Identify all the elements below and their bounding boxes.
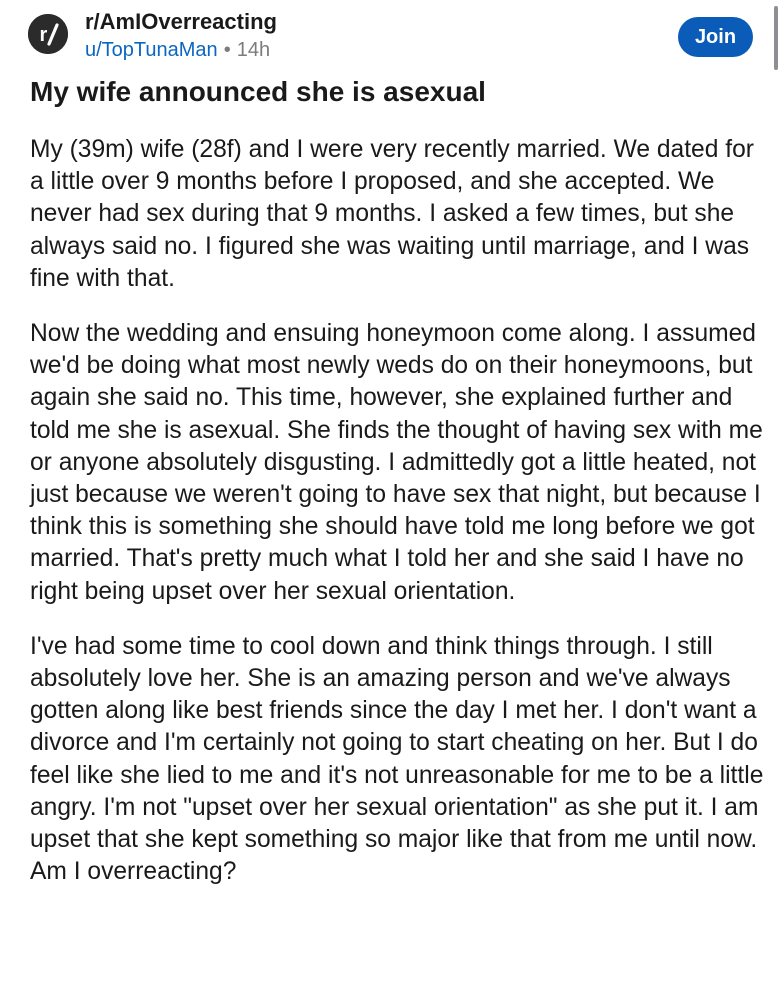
post-age: 14h xyxy=(236,39,271,61)
post: r r/AmIOverreacting u/TopTunaMan • 14h Joi… xyxy=(0,0,782,1004)
post-paragraph: My (39m) wife (28f) and I were very rece… xyxy=(30,136,754,292)
post-body: My (39m) wife (28f) and I were very rece… xyxy=(30,134,768,911)
post-paragraph: Now the wedding and ensuing honeymoon co… xyxy=(30,320,763,605)
subreddit-name[interactable]: r/AmIOverreacting xyxy=(85,9,277,35)
author-line: u/TopTunaMan • 14h xyxy=(85,37,277,63)
subreddit-avatar[interactable]: r xyxy=(28,14,68,54)
separator-dot: • xyxy=(223,39,231,61)
reddit-r-slash-icon: r xyxy=(28,14,68,54)
post-title: My wife announced she is asexual xyxy=(30,76,486,107)
scrollbar[interactable] xyxy=(774,6,778,70)
post-header: r r/AmIOverreacting u/TopTunaMan • 14h Joi… xyxy=(28,9,768,65)
post-meta: r/AmIOverreacting u/TopTunaMan • 14h xyxy=(85,9,277,63)
post-paragraph: I've had some time to cool down and thin… xyxy=(30,632,764,886)
svg-text:r: r xyxy=(40,24,48,46)
join-button[interactable]: Join xyxy=(678,17,753,57)
author-name[interactable]: u/TopTunaMan xyxy=(85,39,218,61)
